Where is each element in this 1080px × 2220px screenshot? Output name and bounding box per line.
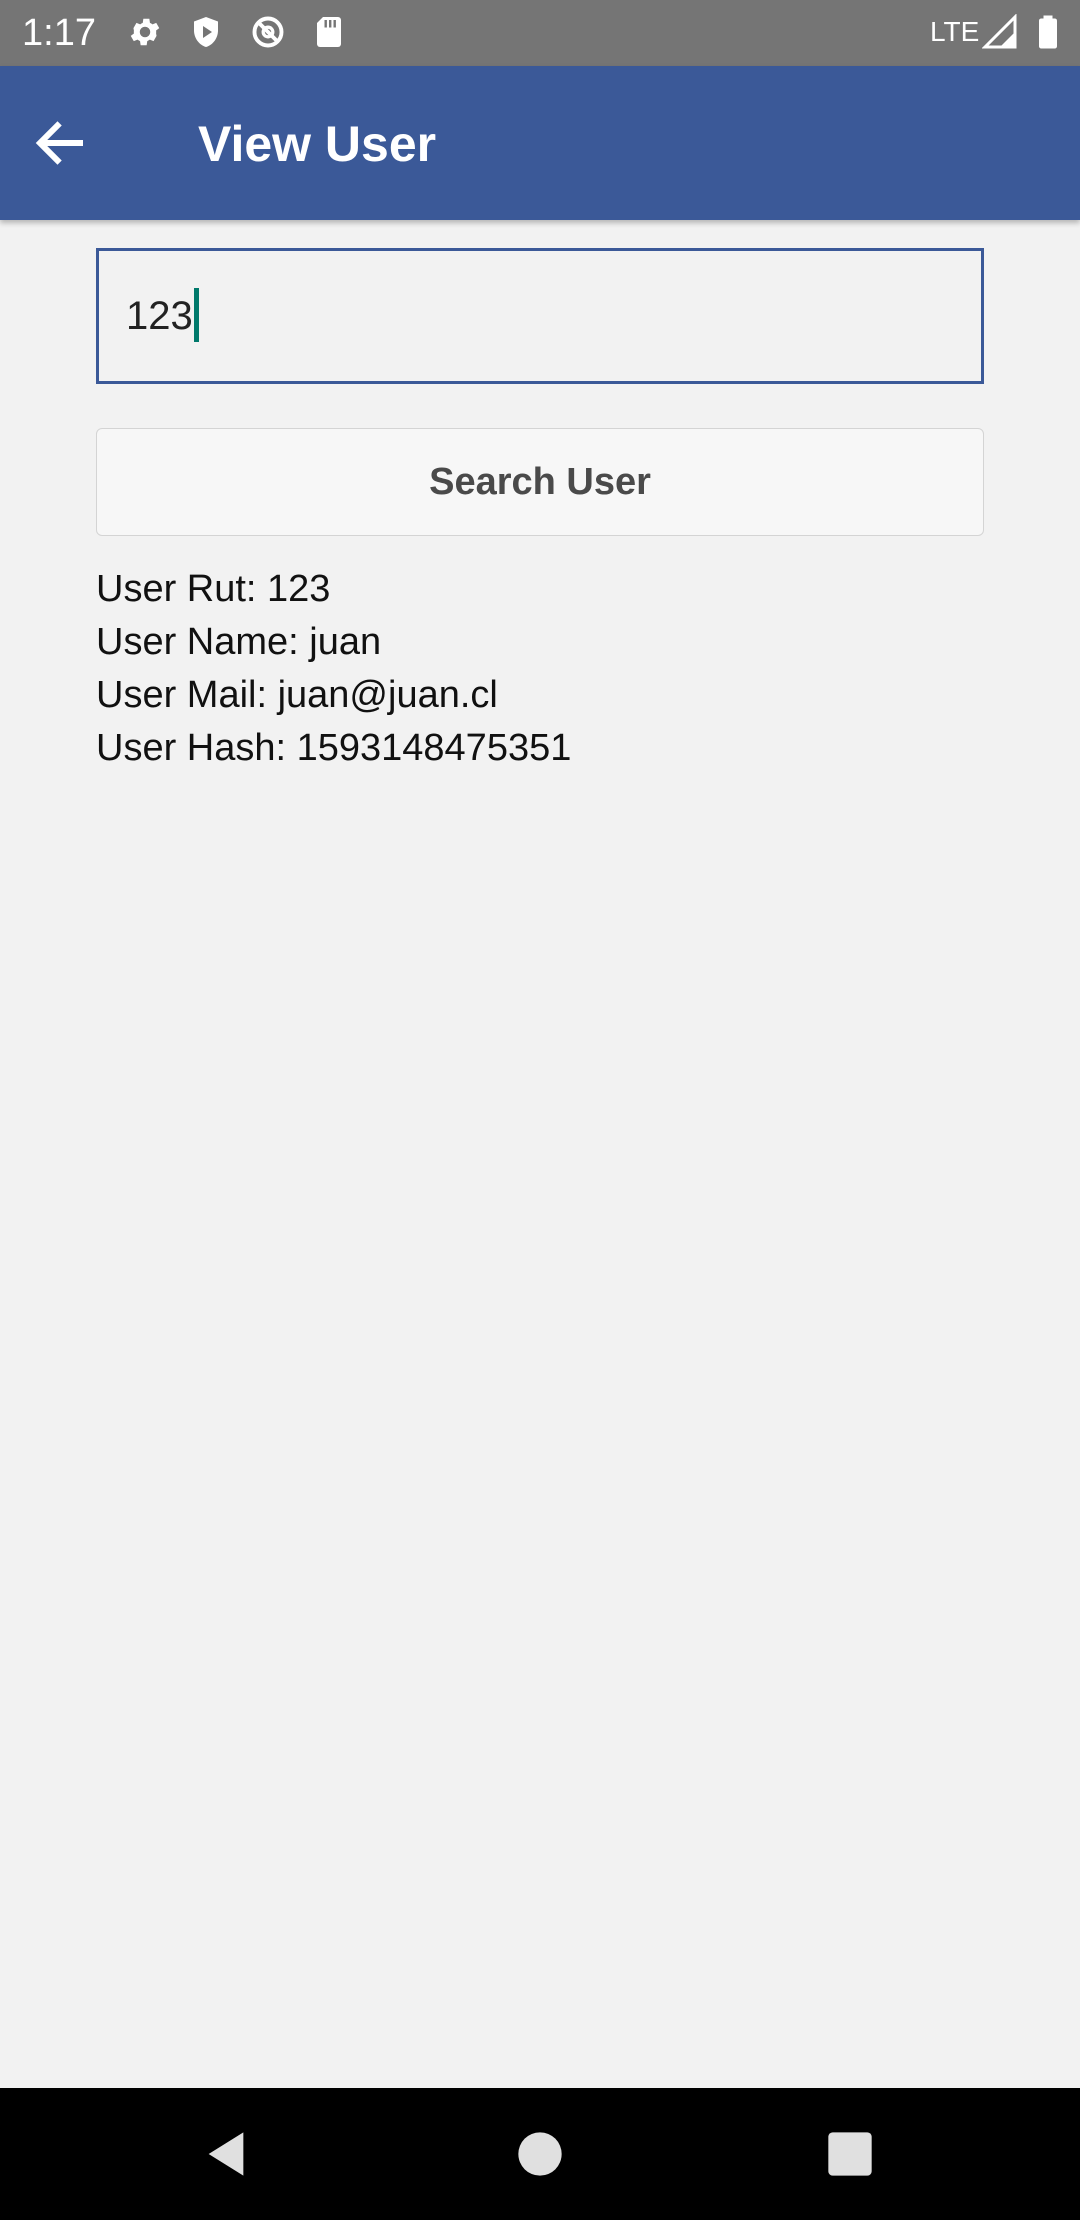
- app-bar: View User: [0, 66, 1080, 220]
- user-rut: User Rut: 123: [96, 568, 331, 610]
- back-triangle-icon[interactable]: [200, 2128, 252, 2180]
- system-nav-bar: [0, 2088, 1080, 2220]
- search-input[interactable]: [96, 248, 984, 384]
- recents-square-icon[interactable]: [824, 2128, 876, 2180]
- signal-icon: [982, 14, 1017, 49]
- shield-icon: [194, 17, 218, 47]
- page-title: View User: [198, 116, 437, 172]
- network-type: LTE: [930, 16, 980, 47]
- user-info: User Rut: 123 User Name: juan User Mail:…: [96, 563, 571, 775]
- search-input-value: 123: [126, 288, 199, 344]
- sd-card-icon: [317, 17, 341, 47]
- user-mail: User Mail: juan@juan.cl: [96, 674, 498, 716]
- gear-icon: [130, 18, 160, 46]
- home-circle-icon[interactable]: [514, 2128, 566, 2180]
- user-name: User Name: juan: [96, 621, 382, 663]
- search-user-button[interactable]: Search User: [96, 428, 984, 536]
- battery-icon: [1039, 15, 1057, 49]
- arrow-left-icon[interactable]: [30, 113, 90, 173]
- user-hash: User Hash: 1593148475351: [96, 727, 572, 769]
- text-cursor: [193, 288, 199, 343]
- status-time: 1:17: [22, 12, 96, 54]
- status-bar: 1:17 LTE: [0, 0, 1080, 66]
- no-sync-icon: [252, 16, 284, 48]
